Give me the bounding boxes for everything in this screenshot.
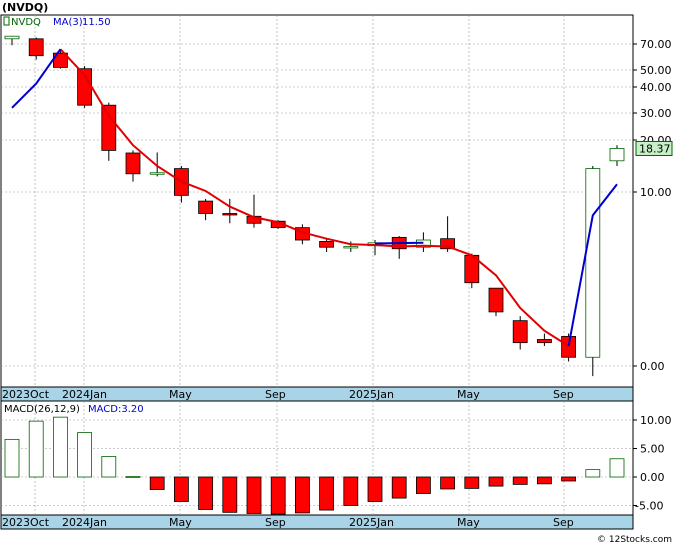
price-ytick-label: 70.00 [640, 38, 672, 51]
price-y-ticks: 70.0050.0040.0030.0020.0010.000.00 [633, 38, 672, 373]
candle-body [343, 246, 359, 249]
macd-xtick-label: May [169, 516, 192, 529]
candle-body [319, 241, 335, 248]
macd-ytick-label: 10.00 [640, 414, 672, 427]
candle-body [101, 104, 117, 151]
price-legend: NVDQ MA(3) 11.50 [3, 16, 111, 28]
price-xtick-label: 2023Oct [2, 388, 50, 401]
macd-xtick-label: 2025Jan [349, 516, 394, 529]
watermark: © 12Stocks.com [597, 535, 672, 545]
price-xtick-label: 2025Jan [349, 388, 394, 401]
price-ytick-label: 50.00 [640, 64, 672, 77]
macd-ytick-label: -5.00 [635, 500, 663, 513]
macd-bar [149, 476, 165, 490]
macd-bar [391, 476, 407, 499]
macd-bar [561, 476, 576, 482]
last-price-box: 18.37 [635, 140, 673, 156]
price-xtick-label: Sep [553, 388, 574, 401]
candle-body [585, 168, 601, 358]
macd-bar [415, 476, 431, 494]
price-ytick-label: 0.00 [640, 360, 665, 373]
ma-line-blue-mid [374, 241, 424, 245]
candle-body [198, 200, 214, 214]
macd-bar [28, 420, 44, 478]
macd-bar [343, 476, 359, 506]
price-ytick-label: 10.00 [640, 186, 672, 199]
legend-ma-value: 11.50 [82, 17, 111, 28]
macd-bar [77, 432, 92, 478]
macd-bar [53, 416, 68, 478]
macd-bar [440, 476, 456, 490]
macd-bar [222, 476, 238, 513]
macd-bar [101, 456, 117, 478]
macd-xtick-label: 2024Jan [62, 516, 107, 529]
price-panel-frame [0, 14, 634, 388]
macd-legend-label: MACD(26,12,9) [4, 404, 80, 415]
macd-bar [367, 476, 383, 502]
macd-xtick-label: Sep [265, 516, 286, 529]
macd-bar [464, 476, 480, 489]
legend-swatch-up [3, 16, 10, 26]
price-xtick-label: 2024Jan [62, 388, 107, 401]
candle-body [149, 172, 165, 175]
candle-body [537, 339, 552, 344]
macd-y-ticks: 10.00 5.00 0.00 -5.00 [633, 414, 672, 513]
legend-symbol: NVDQ [11, 17, 41, 28]
price-xtick-label: May [457, 388, 480, 401]
macd-bar [512, 476, 528, 485]
macd-ytick-label: 5.00 [640, 443, 665, 456]
price-xtick-label: May [169, 388, 192, 401]
macd-xtick-label: 2023Oct [2, 516, 50, 529]
macd-bar [246, 476, 262, 514]
macd-bar [537, 476, 552, 485]
candle-body [222, 213, 238, 216]
price-xtick-label: Sep [265, 388, 286, 401]
price-ytick-label: 40.00 [640, 81, 672, 94]
macd-bar [125, 476, 141, 478]
macd-bar [609, 458, 625, 478]
macd-ytick-label: 0.00 [640, 471, 665, 484]
macd-bar [585, 469, 601, 478]
candle-body [28, 38, 44, 57]
macd-legend: MACD(26,12,9) MACD:3.20 [4, 404, 144, 415]
macd-panel-frame [0, 400, 634, 516]
candle-body [488, 287, 504, 313]
macd-bar [270, 476, 286, 515]
stock-chart: 70.0050.0040.0030.0020.0010.000.00 10.00… [0, 1, 673, 545]
macd-bar [198, 476, 214, 510]
macd-legend-value: MACD:3.20 [88, 404, 144, 415]
legend-ma-label: MA(3) [53, 17, 83, 28]
macd-xtick-label: Sep [553, 516, 574, 529]
candle-body [609, 148, 625, 162]
macd-bar [4, 438, 20, 478]
macd-bar [173, 476, 189, 502]
candle-body [125, 152, 141, 175]
macd-bar [488, 476, 504, 487]
last-price-value: 18.37 [639, 142, 671, 155]
macd-xtick-label: May [457, 516, 480, 529]
symbol-header: (NVDQ) [2, 1, 48, 14]
candle-body [561, 336, 576, 358]
candle-body [4, 35, 20, 40]
macd-bar [319, 476, 335, 511]
candle-body [512, 320, 528, 344]
price-ytick-label: 30.00 [640, 107, 672, 120]
macd-bar [294, 476, 310, 514]
